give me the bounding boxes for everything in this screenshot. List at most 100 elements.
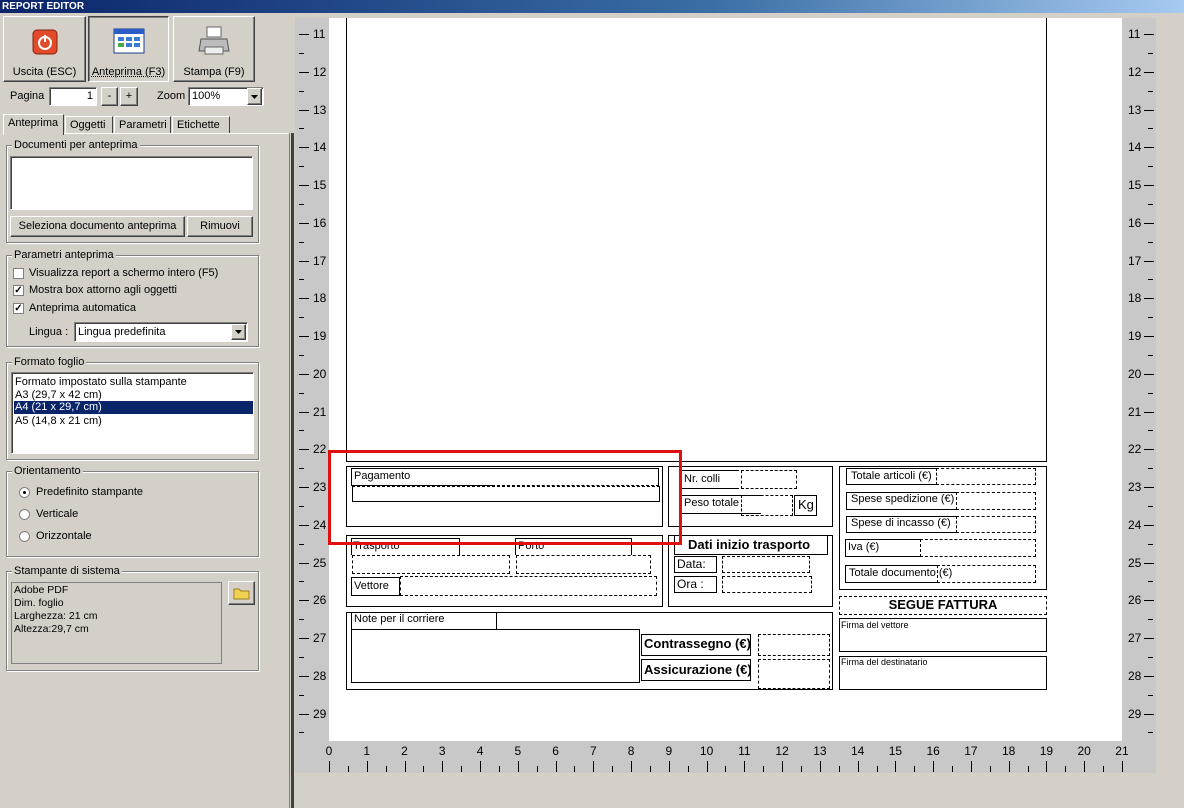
preview-button[interactable]: Anteprima (F3): [88, 16, 169, 82]
zoom-select[interactable]: 100%: [188, 87, 264, 106]
orientation-horizontal-radio[interactable]: [19, 531, 30, 542]
ruler-tick-label: 11: [313, 27, 326, 41]
page-minus-button[interactable]: -: [101, 87, 118, 106]
auto-preview-checkbox[interactable]: ✓: [13, 303, 24, 314]
print-label: Stampa (F9): [183, 66, 245, 78]
ruler-tick: [1148, 543, 1153, 545]
packages-value-field[interactable]: [741, 470, 797, 489]
paper-format-option[interactable]: A5 (14,8 x 21 cm): [15, 415, 102, 428]
ruler-tick: [631, 761, 633, 772]
total-items-label: Totale articoli (€): [851, 470, 932, 482]
exit-label: Uscita (ESC): [12, 66, 77, 78]
report-body-area[interactable]: [346, 18, 1047, 462]
insurance-value-field[interactable]: [758, 659, 830, 689]
vertical-ruler-right: 11 12 13 14 15 16 17 18 19 20 21 22 23 24 25 26 27 28 29: [1122, 18, 1156, 741]
tab-anteprima[interactable]: Anteprima: [3, 114, 64, 135]
follows-invoice-label: SEGUE FATTURA: [888, 597, 998, 612]
ruler-tick: [857, 761, 859, 772]
ruler-tick: [536, 766, 538, 772]
ruler-tick: [1144, 675, 1154, 677]
fullscreen-checkbox[interactable]: [13, 268, 24, 279]
collection-value-field[interactable]: [956, 516, 1036, 533]
porto-value-field[interactable]: [516, 555, 651, 574]
ruler-tick: [299, 713, 309, 715]
ruler-tick: [299, 222, 309, 224]
orientation-horizontal-label: Orizzontale: [36, 530, 92, 542]
tab-etichette[interactable]: Etichette: [172, 116, 230, 134]
total-items-value-field[interactable]: [936, 468, 1036, 485]
ruler-tick: [299, 505, 304, 507]
ruler-tick: [1008, 761, 1010, 772]
ruler-tick: [1144, 34, 1154, 35]
tab-oggetti[interactable]: Oggetti: [65, 116, 113, 134]
documents-list[interactable]: [10, 156, 253, 210]
chevron-down-icon[interactable]: [231, 324, 246, 340]
paper-height: Altezza:29,7 cm: [14, 623, 89, 635]
ruler-tick: [933, 761, 935, 772]
ruler-tick: [1144, 260, 1154, 262]
ruler-tick: [1084, 761, 1086, 772]
paper-format-option[interactable]: Formato impostato sulla stampante: [15, 376, 187, 389]
remove-document-button[interactable]: Rimuovi: [187, 216, 253, 237]
carrier-label: Vettore: [354, 580, 389, 592]
orientation-vertical-radio[interactable]: [19, 509, 30, 520]
ruler-tick: [1121, 761, 1123, 772]
splitter[interactable]: [291, 133, 294, 808]
vat-value-field[interactable]: [920, 539, 1036, 557]
ruler-tick-label: 26: [313, 593, 327, 608]
paper-format-option-selected[interactable]: A4 (21 x 29,7 cm): [14, 401, 253, 414]
ruler-tick-label: 8: [627, 744, 635, 758]
show-box-checkbox[interactable]: ✓: [13, 285, 24, 296]
ruler-tick: [1148, 694, 1153, 696]
ruler-tick: [1144, 713, 1154, 715]
ruler-tick-label: 18: [1001, 744, 1016, 758]
zoom-value: 100%: [192, 90, 221, 102]
ruler-tick: [299, 411, 309, 413]
printer-name: Adobe PDF: [14, 584, 69, 596]
ruler-tick: [1144, 524, 1154, 526]
power-icon: [32, 29, 58, 55]
time-value-field[interactable]: [722, 576, 812, 593]
page-plus-button[interactable]: +: [120, 87, 138, 106]
date-value-field[interactable]: [722, 556, 810, 573]
folder-button[interactable]: [228, 581, 255, 605]
weight-value-field[interactable]: [741, 495, 793, 516]
selection-highlight: [328, 450, 682, 545]
chevron-down-icon[interactable]: [247, 88, 262, 105]
page-label: Pagina: [10, 90, 45, 102]
window-title: REPORT EDITOR: [2, 1, 85, 12]
select-document-button[interactable]: Seleziona documento anteprima: [10, 216, 185, 237]
page-input[interactable]: 1: [49, 87, 97, 106]
ruler-tick: [442, 761, 444, 772]
ruler-tick-label: 6: [552, 744, 559, 758]
courier-notes-field[interactable]: [351, 629, 640, 683]
transport-value-field[interactable]: [352, 555, 510, 574]
ruler-tick: [895, 761, 897, 772]
ruler-tick-label: 1: [363, 744, 371, 758]
weight-label: Peso totale: [684, 497, 740, 509]
ruler-tick: [299, 354, 304, 356]
ruler-tick: [299, 185, 309, 186]
shipping-value-field[interactable]: [956, 492, 1036, 510]
ruler-tick: [555, 761, 557, 772]
ruler-tick-label: 12: [313, 64, 327, 79]
doc-total-value-field[interactable]: [937, 565, 1036, 583]
paper-format-list[interactable]: Formato impostato sulla stampante A3 (29…: [11, 372, 254, 454]
ruler-tick-label: 16: [313, 215, 327, 230]
cod-value-field[interactable]: [758, 634, 830, 656]
print-button[interactable]: Stampa (F9): [173, 16, 255, 82]
paper-width: Larghezza: 21 cm: [14, 610, 98, 622]
orientation-default-radio[interactable]: [19, 487, 30, 498]
ruler-tick: [498, 766, 500, 772]
vat-label: Iva (€): [848, 541, 880, 553]
language-select[interactable]: Lingua predefinita: [74, 322, 248, 342]
ruler-tick-label: 29: [313, 706, 327, 721]
cod-label: Contrassegno (€): [644, 636, 751, 651]
ruler-tick: [1144, 449, 1154, 451]
ruler-tick: [876, 766, 878, 772]
exit-button[interactable]: Uscita (ESC): [3, 16, 86, 82]
carrier-value-field[interactable]: [400, 576, 657, 596]
ruler-tick: [423, 766, 425, 772]
tab-parametri[interactable]: Parametri: [114, 116, 171, 134]
ruler-tick-label: 17: [964, 744, 978, 758]
